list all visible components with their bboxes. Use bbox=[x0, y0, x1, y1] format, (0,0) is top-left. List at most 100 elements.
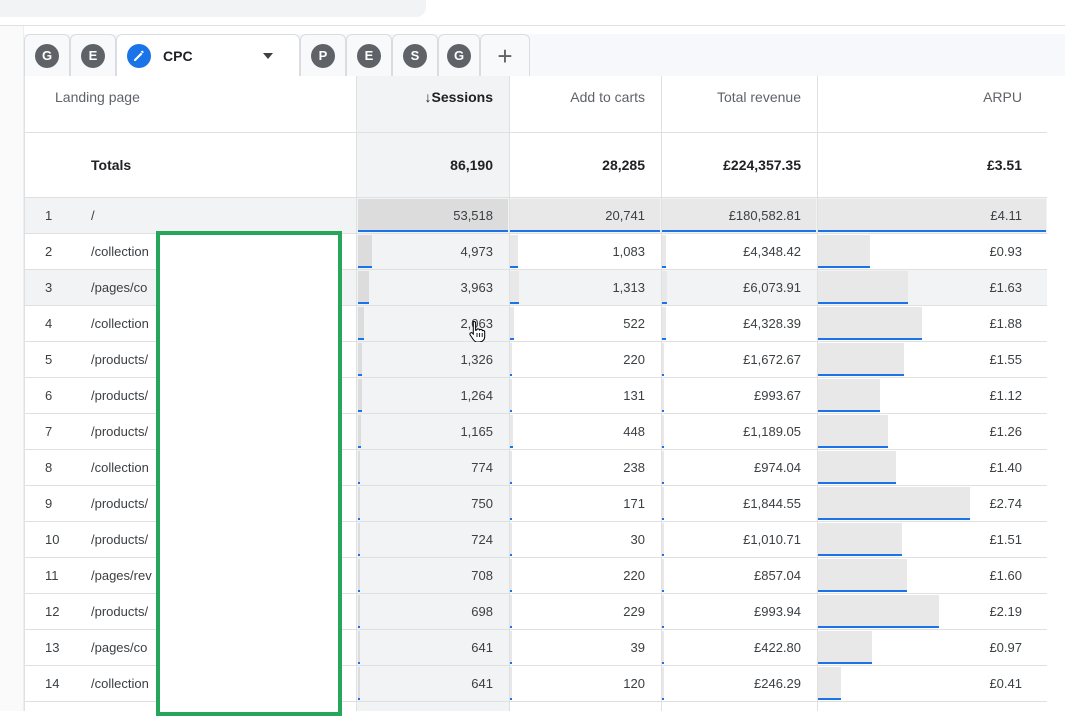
totals-sessions: 86,190 bbox=[450, 157, 493, 173]
header-landing-page[interactable]: Landing page bbox=[55, 76, 315, 132]
row-rank: 6 bbox=[45, 388, 53, 403]
total-revenue-value: £1,672.67 bbox=[743, 352, 801, 367]
arpu-value: £1.55 bbox=[989, 352, 1022, 367]
total-revenue-value: £1,189.05 bbox=[743, 424, 801, 439]
totals-total-revenue: £224,357.35 bbox=[723, 157, 801, 173]
row-rank: 12 bbox=[45, 604, 60, 619]
top-divider bbox=[0, 25, 1065, 26]
comparison-avatar: S bbox=[403, 43, 427, 68]
table-row[interactable]: 1 / 53,518 20,741 £180,582.81 £4.11 bbox=[25, 198, 1047, 234]
totals-arpu: £3.51 bbox=[986, 157, 1022, 173]
sessions-value: 53,518 bbox=[453, 208, 493, 223]
redaction-box bbox=[156, 231, 342, 716]
sessions-value: 698 bbox=[471, 604, 493, 619]
comparison-avatar: P bbox=[311, 43, 335, 68]
arpu-value: £4.11 bbox=[990, 208, 1022, 223]
total-revenue-value: £246.29 bbox=[754, 676, 801, 691]
arpu-value: £1.60 bbox=[989, 568, 1022, 583]
total-revenue-value: £974.04 bbox=[754, 460, 801, 475]
comparison-tab[interactable]: S bbox=[392, 34, 438, 76]
header-total-revenue[interactable]: Total revenue bbox=[661, 76, 801, 132]
row-rank: 1 bbox=[45, 208, 53, 223]
add-to-carts-value: 220 bbox=[623, 352, 645, 367]
arpu-value: £1.26 bbox=[989, 424, 1022, 439]
total-revenue-value: £993.94 bbox=[754, 604, 801, 619]
sessions-value: 1,165 bbox=[460, 424, 493, 439]
column-divider bbox=[356, 76, 357, 711]
header-sessions[interactable]: ↓Sessions bbox=[357, 76, 493, 132]
arpu-value: £0.93 bbox=[989, 244, 1022, 259]
column-divider bbox=[509, 76, 510, 711]
totals-label: Totals bbox=[91, 157, 132, 173]
comparison-tab[interactable]: G bbox=[438, 34, 480, 76]
header-add-to-carts[interactable]: Add to carts bbox=[509, 76, 645, 132]
row-rank: 3 bbox=[45, 280, 53, 295]
row-rank: 10 bbox=[45, 532, 60, 547]
comparison-tab-label: CPC bbox=[163, 47, 193, 64]
top-search-bar[interactable] bbox=[0, 0, 426, 17]
sessions-value: 3,963 bbox=[460, 280, 493, 295]
total-revenue-value: £6,073.91 bbox=[743, 280, 801, 295]
arpu-value: £2.19 bbox=[989, 604, 1022, 619]
row-rank: 14 bbox=[45, 676, 60, 691]
total-revenue-value: £180,582.81 bbox=[728, 208, 801, 223]
add-to-carts-value: 1,083 bbox=[612, 244, 645, 259]
comparison-tab[interactable]: E bbox=[70, 34, 116, 76]
add-to-carts-value: 238 bbox=[623, 460, 645, 475]
header-arpu[interactable]: ARPU bbox=[817, 76, 1022, 132]
arpu-value: £0.41 bbox=[989, 676, 1022, 691]
header-sessions-label: Sessions bbox=[431, 89, 493, 105]
comparison-tab[interactable]: G bbox=[24, 34, 70, 76]
left-gutter bbox=[0, 26, 24, 711]
arpu-value: £1.12 bbox=[989, 388, 1022, 403]
comparison-avatar: E bbox=[357, 43, 381, 68]
add-to-carts-value: 39 bbox=[630, 640, 645, 655]
column-divider bbox=[661, 76, 662, 711]
total-revenue-value: £993.67 bbox=[754, 388, 801, 403]
add-to-carts-value: 30 bbox=[630, 532, 645, 547]
comparison-tab-active[interactable]: CPC bbox=[116, 34, 300, 76]
arpu-value: £1.51 bbox=[989, 532, 1022, 547]
comparison-avatar: G bbox=[447, 43, 471, 68]
comparison-tab[interactable]: P bbox=[300, 34, 346, 76]
add-comparison-button[interactable]: + bbox=[480, 34, 530, 76]
landing-page-link[interactable]: / bbox=[91, 198, 355, 234]
add-to-carts-value: 220 bbox=[623, 568, 645, 583]
arpu-value: £1.88 bbox=[989, 316, 1022, 331]
row-rank: 4 bbox=[45, 316, 53, 331]
arpu-value: £1.63 bbox=[989, 280, 1022, 295]
sessions-value: 724 bbox=[471, 532, 493, 547]
add-to-carts-value: 229 bbox=[623, 604, 645, 619]
total-revenue-value: £1,844.55 bbox=[743, 496, 801, 511]
row-rank: 2 bbox=[45, 244, 53, 259]
pencil-icon[interactable] bbox=[127, 43, 151, 68]
sessions-value: 1,264 bbox=[460, 388, 493, 403]
sessions-value: 4,973 bbox=[460, 244, 493, 259]
total-revenue-value: £4,348.42 bbox=[743, 244, 801, 259]
arpu-value: £0.97 bbox=[989, 640, 1022, 655]
add-to-carts-value: 522 bbox=[623, 316, 645, 331]
row-rank: 11 bbox=[45, 568, 59, 583]
totals-add-to-carts: 28,285 bbox=[602, 157, 645, 173]
arpu-value: £2.74 bbox=[989, 496, 1022, 511]
add-to-carts-value: 20,741 bbox=[605, 208, 645, 223]
add-to-carts-value: 120 bbox=[623, 676, 645, 691]
sessions-value: 774 bbox=[471, 460, 493, 475]
comparison-avatar: G bbox=[35, 43, 59, 68]
comparison-tab[interactable]: E bbox=[346, 34, 392, 76]
sessions-value: 750 bbox=[471, 496, 493, 511]
add-to-carts-value: 448 bbox=[623, 424, 645, 439]
totals-row: Totals 86,190 28,285 £224,357.35 £3.51 bbox=[25, 133, 1047, 197]
sessions-value: 1,326 bbox=[460, 352, 493, 367]
total-revenue-value: £1,010.71 bbox=[743, 532, 801, 547]
add-to-carts-value: 171 bbox=[623, 496, 645, 511]
sort-arrow-icon: ↓ bbox=[424, 89, 432, 105]
row-rank: 13 bbox=[45, 640, 60, 655]
sessions-value: 641 bbox=[471, 640, 493, 655]
row-rank: 5 bbox=[45, 352, 53, 367]
total-revenue-value: £422.80 bbox=[754, 640, 801, 655]
arpu-value: £1.40 bbox=[989, 460, 1022, 475]
comparison-avatar: E bbox=[81, 43, 105, 68]
add-to-carts-value: 131 bbox=[623, 388, 645, 403]
chevron-down-icon[interactable] bbox=[263, 52, 273, 59]
